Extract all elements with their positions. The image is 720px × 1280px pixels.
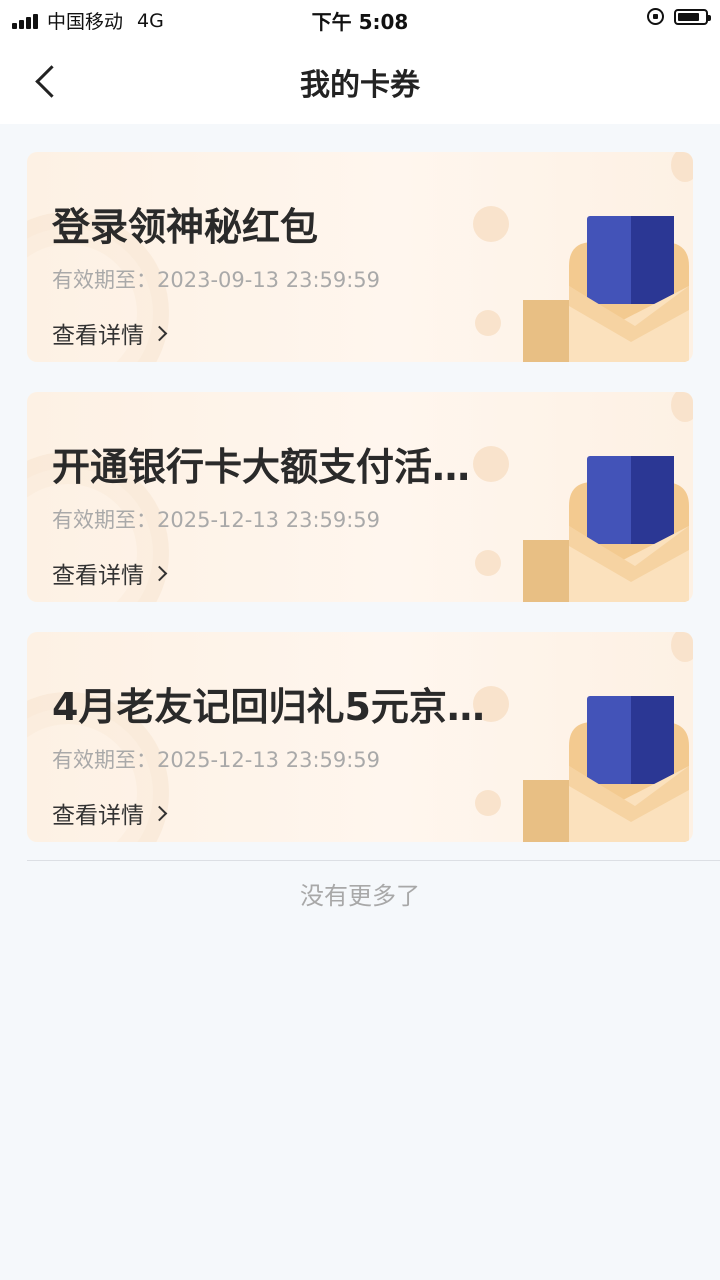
view-details-link[interactable]: 查看详情: [52, 316, 168, 350]
card-decoration-dot: [671, 152, 693, 182]
coupon-card[interactable]: 4月老友记回归礼5元京… 有效期至：2025-12-13 23:59:59 查看…: [27, 632, 693, 842]
view-details-link[interactable]: 查看详情: [52, 796, 168, 830]
envelope-card-icon: [523, 216, 689, 362]
envelope-card-icon: [523, 456, 689, 602]
card-decoration-dot: [475, 790, 501, 816]
battery-icon: [674, 8, 711, 25]
coupon-card[interactable]: 开通银行卡大额支付活… 有效期至：2025-12-13 23:59:59 查看详…: [27, 392, 693, 602]
coupon-list: 登录领神秘红包 有效期至：2023-09-13 23:59:59 查看详情 开通…: [27, 152, 693, 872]
chevron-right-icon: [151, 325, 168, 341]
coupon-expiry: 有效期至：2025-12-13 23:59:59: [52, 744, 380, 774]
expiry-label: 有效期至：: [52, 748, 157, 772]
view-details-label: 查看详情: [52, 803, 144, 829]
nav-bar: 我的卡券: [0, 36, 720, 124]
expiry-date: 2025-12-13 23:59:59: [157, 508, 381, 532]
status-right: [647, 8, 711, 25]
status-bar: 中国移动 4G 下午 5:08: [0, 0, 720, 36]
chevron-right-icon: [151, 805, 168, 821]
page-title: 我的卡券: [300, 68, 420, 103]
chevron-right-icon: [151, 565, 168, 581]
card-decoration-dot: [671, 632, 693, 662]
coupon-title: 登录领神秘红包: [52, 205, 319, 249]
expiry-date: 2023-09-13 23:59:59: [157, 268, 381, 292]
coupon-expiry: 有效期至：2025-12-13 23:59:59: [52, 504, 380, 534]
envelope-card-icon: [523, 696, 689, 842]
status-time: 下午 5:08: [311, 10, 409, 34]
coupon-title: 4月老友记回归礼5元京…: [52, 685, 485, 729]
no-more-text: 没有更多了: [300, 882, 420, 910]
battery-level: [678, 12, 699, 21]
coupon-title: 开通银行卡大额支付活…: [52, 445, 471, 489]
expiry-date: 2025-12-13 23:59:59: [157, 748, 381, 772]
expiry-label: 有效期至：: [52, 268, 157, 292]
expiry-label: 有效期至：: [52, 508, 157, 532]
view-details-label: 查看详情: [52, 563, 144, 589]
rotation-lock-icon: [647, 8, 664, 25]
card-decoration-dot: [475, 310, 501, 336]
card-decoration-dot: [475, 550, 501, 576]
coupon-card[interactable]: 登录领神秘红包 有效期至：2023-09-13 23:59:59 查看详情: [27, 152, 693, 362]
view-details-link[interactable]: 查看详情: [52, 556, 168, 590]
coupon-expiry: 有效期至：2023-09-13 23:59:59: [52, 264, 380, 294]
list-end-divider: [27, 860, 720, 861]
view-details-label: 查看详情: [52, 323, 144, 349]
card-decoration-dot: [671, 392, 693, 422]
